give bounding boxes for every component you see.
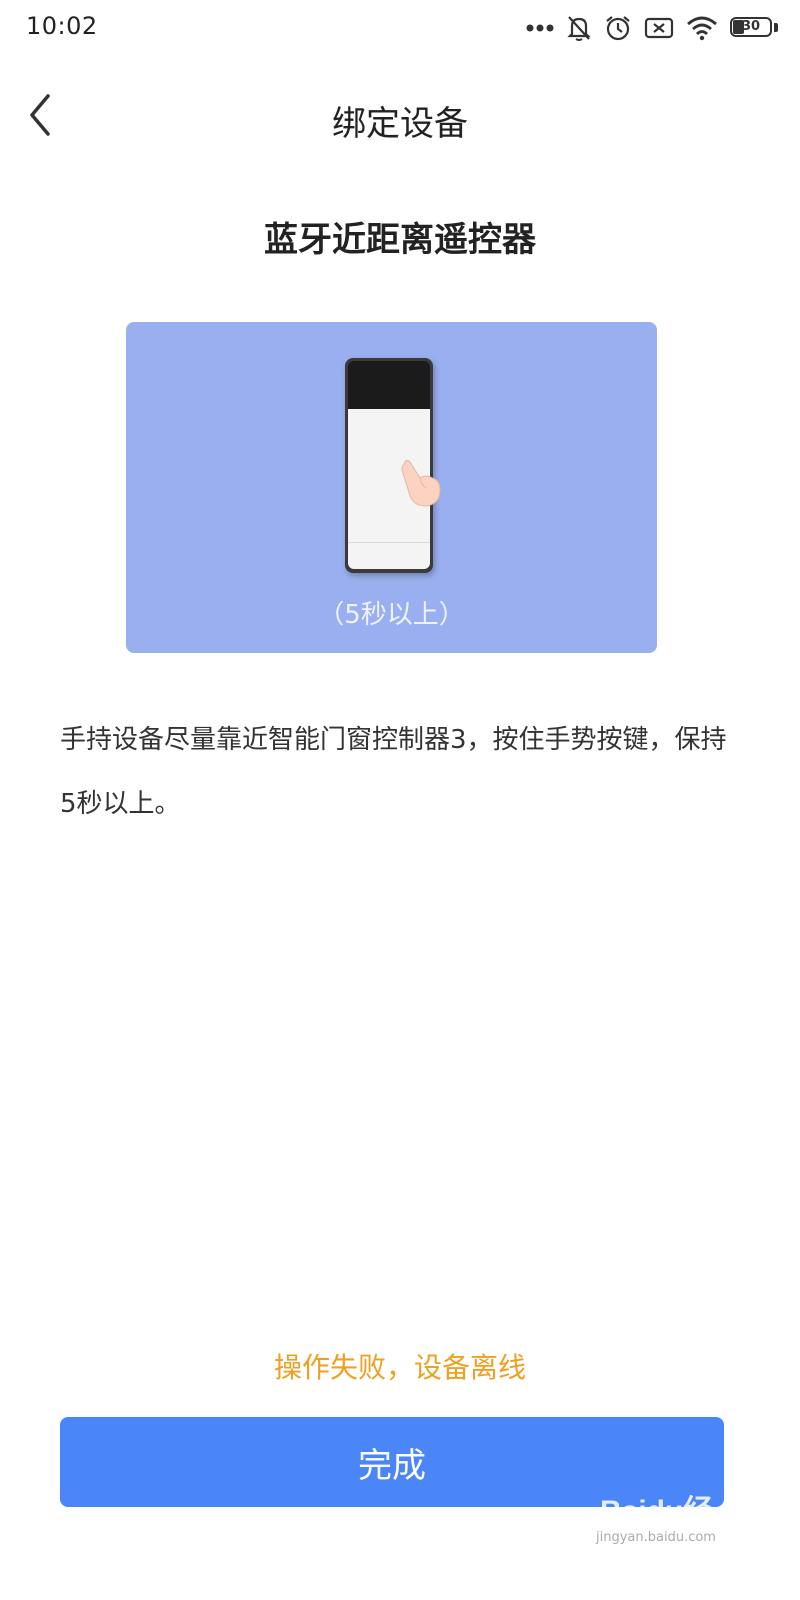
mute-bell-icon	[566, 14, 592, 42]
sim-off-icon	[644, 16, 674, 40]
header: 绑定设备	[0, 80, 800, 152]
status-time: 10:02	[26, 12, 98, 40]
battery-percent: 30	[741, 19, 761, 34]
finger-press-icon	[401, 459, 441, 507]
battery-icon: 30	[730, 17, 778, 39]
alarm-icon	[604, 14, 632, 42]
remote-top	[348, 361, 430, 409]
device-name: 蓝牙近距离遥控器	[264, 220, 536, 260]
status-bar: 10:02 30	[0, 0, 800, 56]
instruction-text: 手持设备尽量靠近智能门窗控制器3，按住手势按键，保持5秒以上。	[60, 725, 727, 819]
watermark: Baidu经验 jingyan.baidu.com	[592, 1486, 742, 1572]
watermark-url: jingyan.baidu.com	[596, 1530, 716, 1545]
duration-label: （5秒以上）	[318, 600, 465, 630]
device-illustration: （5秒以上）	[126, 322, 657, 653]
status-message: 操作失败，设备离线	[273, 1351, 526, 1384]
wifi-icon	[686, 15, 718, 41]
status-icons: 30	[526, 12, 778, 44]
more-dots-icon	[526, 23, 554, 33]
page-title: 绑定设备	[332, 104, 468, 144]
